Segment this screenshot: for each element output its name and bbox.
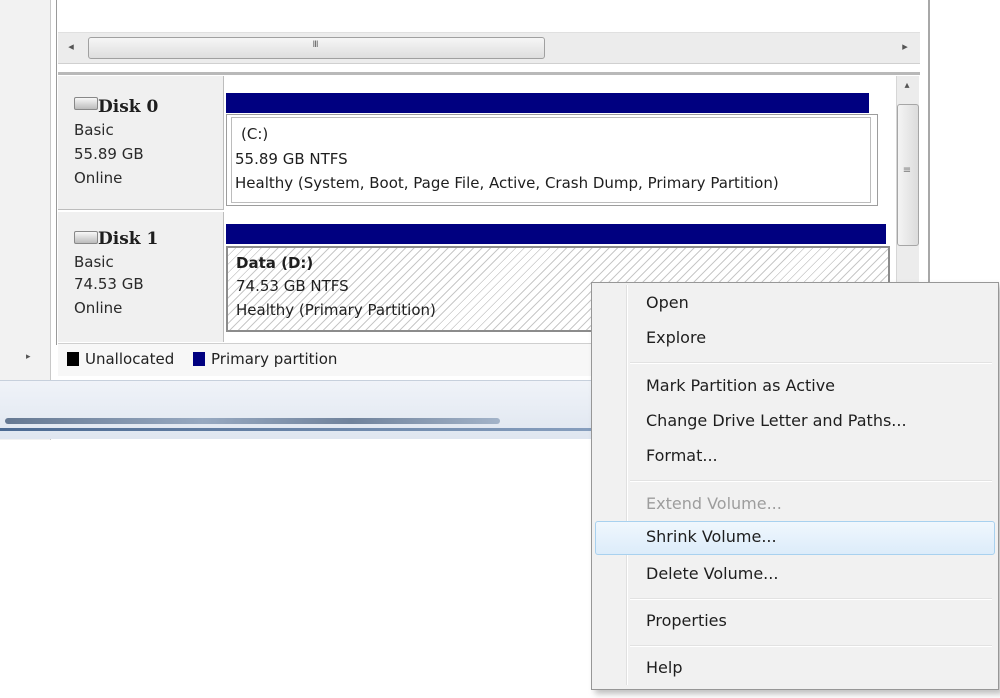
frame-divider: [56, 0, 57, 345]
legend-primary-label: Primary partition: [211, 350, 338, 368]
partition-health: Healthy (Primary Partition): [236, 301, 436, 319]
disk-size: 74.53 GB: [74, 275, 144, 293]
menu-item-explore[interactable]: Explore: [646, 328, 706, 347]
disk-status: Online: [74, 169, 123, 187]
menu-separator: [630, 362, 992, 364]
disk-size: 55.89 GB: [74, 145, 144, 163]
disk-name: Disk 0: [98, 97, 159, 117]
pane-splitter[interactable]: [58, 72, 920, 75]
menu-item-open[interactable]: Open: [646, 293, 689, 312]
partition-size-fs: 74.53 GB NTFS: [236, 277, 349, 295]
scroll-right-arrow-icon[interactable]: ▸: [896, 38, 914, 56]
disk-1-header[interactable]: Disk 1 Basic 74.53 GB Online: [58, 212, 224, 342]
disk-type: Basic: [74, 253, 114, 271]
scroll-grip-icon: III: [312, 40, 319, 50]
navigation-pane-edge: [0, 0, 51, 440]
legend-unallocated-label: Unallocated: [85, 350, 175, 368]
menu-separator: [630, 598, 992, 600]
partition-label: (C:): [241, 125, 269, 143]
disk-0-header[interactable]: Disk 0 Basic 55.89 GB Online: [58, 76, 224, 210]
menu-item-change-drive-letter[interactable]: Change Drive Letter and Paths...: [646, 411, 907, 430]
expand-arrow-icon[interactable]: ▸: [26, 352, 40, 366]
menu-item-delete-volume[interactable]: Delete Volume...: [646, 564, 778, 583]
hard-disk-icon: [74, 97, 98, 110]
disk-name: Disk 1: [98, 229, 159, 249]
partition-health: Healthy (System, Boot, Page File, Active…: [235, 174, 779, 192]
menu-item-format[interactable]: Format...: [646, 446, 718, 465]
scroll-grip-icon: ≡: [902, 165, 912, 176]
menu-icon-gutter: [626, 285, 628, 685]
scroll-left-arrow-icon[interactable]: ◂: [62, 38, 80, 56]
menu-item-extend-volume: Extend Volume...: [646, 494, 782, 513]
menu-item-help[interactable]: Help: [646, 658, 682, 677]
partition-c[interactable]: (C:) 55.89 GB NTFS Healthy (System, Boot…: [226, 114, 878, 206]
menu-separator: [630, 480, 992, 482]
partition-color-bar: [226, 93, 869, 113]
disk-type: Basic: [74, 121, 114, 139]
partition-size-fs: 55.89 GB NTFS: [235, 150, 348, 168]
scroll-up-arrow-icon[interactable]: ▴: [897, 80, 917, 96]
status-bar-content: [5, 418, 500, 424]
menu-item-shrink-volume[interactable]: Shrink Volume...: [646, 527, 777, 546]
partition-label: Data (D:): [236, 254, 314, 272]
disk-status: Online: [74, 299, 123, 317]
hard-disk-icon: [74, 231, 98, 244]
menu-item-properties[interactable]: Properties: [646, 611, 727, 630]
primary-partition-swatch: [193, 352, 205, 366]
menu-item-mark-active[interactable]: Mark Partition as Active: [646, 376, 835, 395]
menu-separator: [630, 645, 992, 647]
partition-color-bar: [226, 224, 886, 244]
unallocated-swatch: [67, 352, 79, 366]
